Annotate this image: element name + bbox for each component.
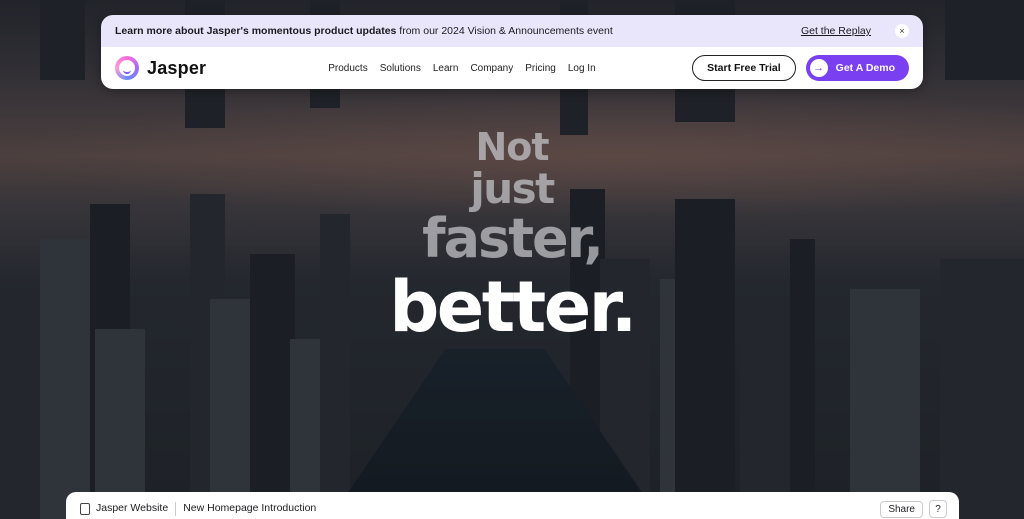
brand-name: Jasper (147, 57, 207, 78)
hero-line-4: better. (389, 266, 637, 348)
close-announcement-icon[interactable]: × (895, 24, 909, 38)
start-free-trial-label: Start Free Trial (707, 62, 781, 74)
jasper-logo[interactable]: Jasper (115, 56, 206, 80)
hero-headline: Not just faster, better. (0, 128, 1024, 342)
nav-item-learn[interactable]: Learn (433, 63, 459, 74)
get-the-replay-link[interactable]: Get the Replay (801, 25, 871, 37)
preview-toolbar: Jasper Website New Homepage Introduction… (66, 492, 959, 519)
nav-menu: Products Solutions Learn Company Pricing… (328, 63, 595, 74)
hero-line-2: just (470, 164, 555, 213)
nav-actions: Start Free Trial → Get A Demo (692, 55, 909, 81)
announcement-bar: Learn more about Jasper's momentous prod… (101, 15, 923, 47)
nav-item-solutions[interactable]: Solutions (380, 63, 421, 74)
breadcrumb-divider (175, 502, 177, 516)
announcement-text: Learn more about Jasper's momentous prod… (115, 25, 613, 37)
document-icon (80, 503, 90, 515)
main-nav: Jasper Products Solutions Learn Company … (101, 47, 923, 89)
breadcrumb-page[interactable]: New Homepage Introduction (183, 502, 316, 514)
header-card: Learn more about Jasper's momentous prod… (101, 15, 923, 89)
arrow-right-icon: → (809, 59, 828, 77)
jasper-logo-icon (115, 56, 139, 80)
nav-item-company[interactable]: Company (470, 63, 513, 74)
toolbar-actions: Share ? (880, 500, 947, 518)
breadcrumb-site[interactable]: Jasper Website (96, 502, 168, 514)
nav-item-login[interactable]: Log In (568, 63, 596, 74)
help-icon[interactable]: ? (929, 500, 947, 518)
nav-item-pricing[interactable]: Pricing (525, 63, 556, 74)
share-button[interactable]: Share (880, 500, 923, 518)
get-a-demo-button[interactable]: → Get A Demo (805, 55, 909, 81)
get-a-demo-label: Get A Demo (835, 62, 895, 74)
hero-line-1: Not (475, 125, 549, 169)
start-free-trial-button[interactable]: Start Free Trial (692, 55, 796, 81)
nav-item-products[interactable]: Products (328, 63, 367, 74)
hero-line-3: faster, (422, 207, 604, 270)
